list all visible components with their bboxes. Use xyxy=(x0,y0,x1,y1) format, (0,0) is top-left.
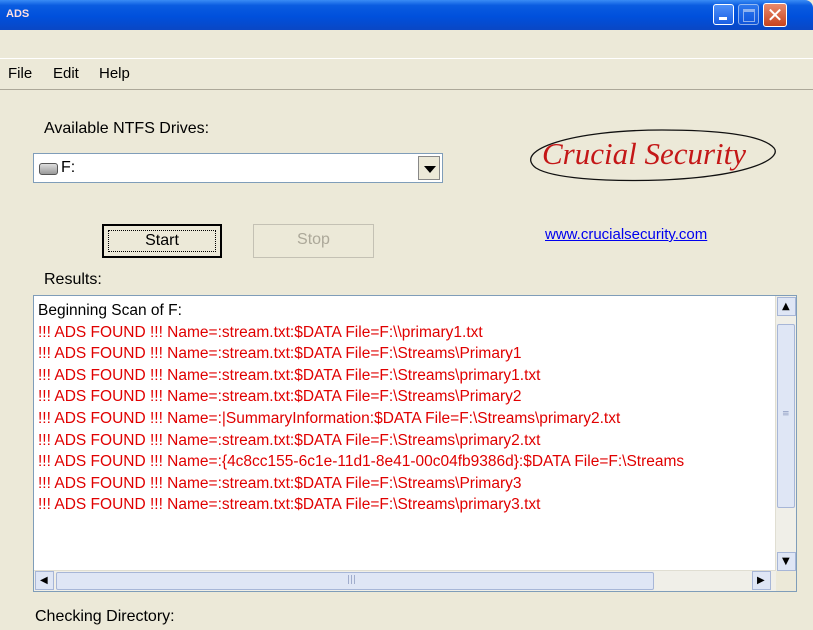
results-lines: Beginning Scan of F: !!! ADS FOUND !!! N… xyxy=(38,300,774,562)
horizontal-scrollbar[interactable]: ◀ ||| ▶ xyxy=(34,570,776,591)
result-line: !!! ADS FOUND !!! Name=:stream.txt:$DATA… xyxy=(38,366,541,384)
menu-separator xyxy=(0,89,813,90)
close-icon: ✕ xyxy=(766,3,784,27)
maximize-button[interactable] xyxy=(738,4,759,25)
result-line: Beginning Scan of F: xyxy=(38,302,182,319)
result-line: !!! ADS FOUND !!! Name=:|SummaryInformat… xyxy=(38,409,621,427)
scroll-down-button[interactable]: ▼ xyxy=(777,552,796,571)
scroll-up-button[interactable]: ▲ xyxy=(777,297,796,316)
menu-bar: File Edit Help xyxy=(0,58,813,87)
menu-help[interactable]: Help xyxy=(99,65,130,82)
focus-rect xyxy=(108,230,216,252)
app-icon: ADS xyxy=(6,8,30,20)
status-label: Checking Directory: xyxy=(35,608,175,625)
company-logo: Crucial Security xyxy=(512,120,787,190)
close-button[interactable]: ✕ xyxy=(763,3,787,27)
vertical-scroll-thumb[interactable]: ≡ xyxy=(777,324,795,508)
scrollbar-corner xyxy=(776,571,796,591)
minimize-button[interactable] xyxy=(713,4,734,25)
result-line: !!! ADS FOUND !!! Name=:stream.txt:$DATA… xyxy=(38,474,522,492)
stop-button-label: Stop xyxy=(297,231,330,248)
drives-label: Available NTFS Drives: xyxy=(44,120,210,137)
result-line: !!! ADS FOUND !!! Name=:stream.txt:$DATA… xyxy=(38,388,522,406)
app-window: ADS ✕ File Edit Help Available NTFS Driv… xyxy=(0,0,813,630)
results-label: Results: xyxy=(44,271,102,288)
menu-file[interactable]: File xyxy=(8,65,32,82)
website-link[interactable]: www.crucialsecurity.com xyxy=(545,226,707,243)
drive-icon xyxy=(39,163,58,175)
results-box[interactable]: Beginning Scan of F: !!! ADS FOUND !!! N… xyxy=(33,295,797,592)
chevron-up-icon: ▲ xyxy=(782,301,790,312)
drive-select[interactable]: F: xyxy=(33,153,443,183)
menu-edit[interactable]: Edit xyxy=(53,65,79,82)
start-button[interactable]: Start xyxy=(102,224,222,258)
logo-text: Crucial Security xyxy=(542,136,747,171)
horizontal-scroll-thumb[interactable]: ||| xyxy=(56,572,654,590)
chevron-down-icon: ▼ xyxy=(782,556,790,567)
scroll-left-button[interactable]: ◀ xyxy=(35,571,54,590)
title-bar[interactable]: ADS ✕ xyxy=(0,0,813,30)
chevron-left-icon: ◀ xyxy=(40,575,48,586)
result-line: !!! ADS FOUND !!! Name=:{4c8cc155-6c1e-1… xyxy=(38,453,685,471)
vertical-scrollbar[interactable]: ▲ ≡ ▼ xyxy=(775,296,796,572)
stop-button[interactable]: Stop xyxy=(253,224,374,258)
chevron-down-icon[interactable] xyxy=(418,156,440,180)
result-line: !!! ADS FOUND !!! Name=:stream.txt:$DATA… xyxy=(38,323,483,341)
grip-icon: ≡ xyxy=(782,409,790,419)
scroll-right-button[interactable]: ▶ xyxy=(752,571,771,590)
result-line: !!! ADS FOUND !!! Name=:stream.txt:$DATA… xyxy=(38,431,541,449)
drive-select-value: F: xyxy=(61,159,76,176)
result-line: !!! ADS FOUND !!! Name=:stream.txt:$DATA… xyxy=(38,345,522,363)
grip-icon: ||| xyxy=(347,575,357,585)
result-line: !!! ADS FOUND !!! Name=:stream.txt:$DATA… xyxy=(38,496,541,514)
chevron-right-icon: ▶ xyxy=(757,575,765,586)
